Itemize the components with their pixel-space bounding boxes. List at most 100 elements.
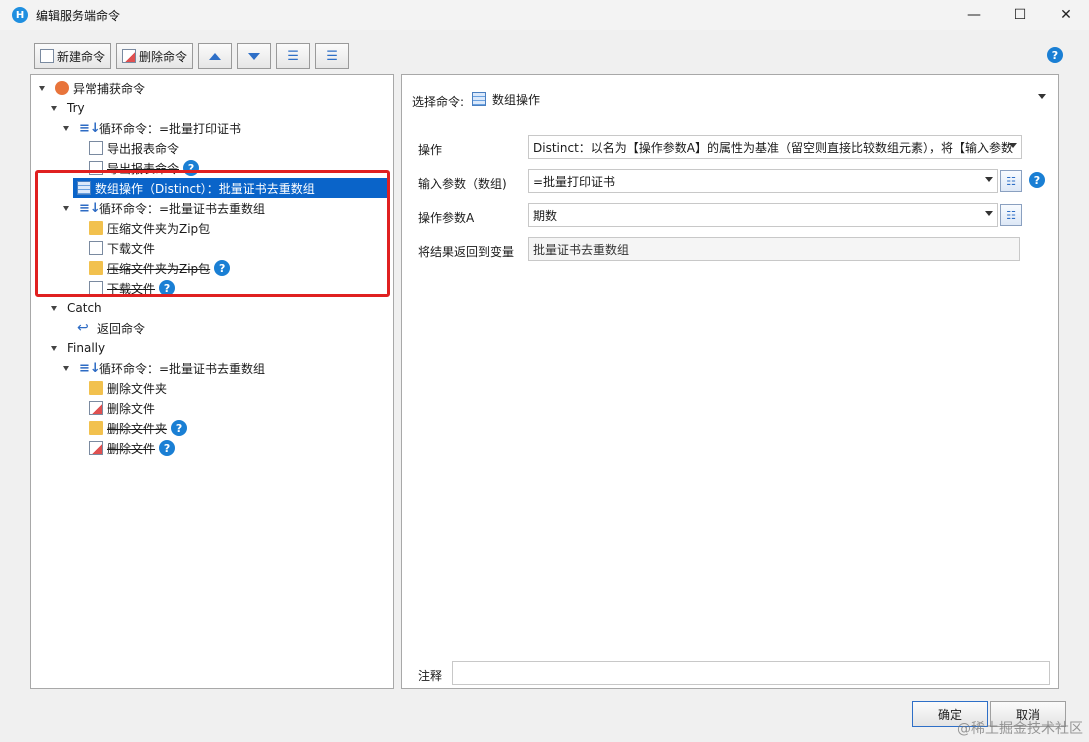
tree-node-label: 删除文件夹 [107,421,168,436]
tree-node-loop-finally[interactable]: ≡↓ 循环命令：=批量证书去重数组 [63,358,265,378]
note-label: 注释 [418,669,443,683]
expand-arrow-icon [63,125,69,131]
input-param-label: 输入参数（数组) [418,177,507,191]
tree-node-download-file[interactable]: 下载文件 [89,238,155,258]
toolbar: 新建命令 删除命令 ☰ ☰ [34,43,350,69]
loop-icon: ≡↓ [79,200,101,216]
help-icon[interactable]: ? [171,420,188,436]
outdent-icon: ☰ [326,48,338,64]
tree-node-exception[interactable]: 异常捕获命令 [39,78,145,98]
return-variable-label: 将结果返回到变量 [418,245,515,259]
tree-node-delete-folder[interactable]: 删除文件夹 [89,378,167,398]
tree-node-label: 导出报表命令 [107,141,180,156]
help-icon[interactable]: ? [183,160,200,176]
delete-file-icon [89,441,103,455]
move-up-button[interactable] [198,43,233,69]
command-properties-panel: 选择命令: 数组操作 操作 Distinct：以名为【操作参数A】的属性为基准（… [401,74,1059,689]
indent-button[interactable]: ☰ [276,43,311,69]
help-icon[interactable]: ? [214,260,231,276]
operation-label: 操作 [418,143,443,157]
tree-node-label: 下载文件 [107,281,156,296]
tree-node-label: 循环命令：=批量证书去重数组 [99,361,266,376]
expand-arrow-icon [51,105,57,111]
select-command-dropdown[interactable]: 数组操作 [468,87,1050,111]
formula-editor-button[interactable]: ☷ [1000,204,1022,226]
expand-arrow-icon [39,85,45,91]
input-param-field[interactable]: =批量打印证书 [528,169,998,193]
arrow-up-icon [209,52,222,60]
help-icon[interactable]: ? [1047,47,1063,63]
new-command-label: 新建命令 [57,49,106,64]
delete-file-icon [89,401,103,415]
tree-node-label: 循环命令：=批量证书去重数组 [99,201,266,216]
loop-icon: ≡↓ [79,360,101,376]
grid-icon [472,92,486,106]
minimize-button[interactable]: — [951,0,997,30]
loop-icon: ≡↓ [79,120,101,136]
input-param-value: =批量打印证书 [533,174,616,189]
grid-icon [77,181,91,195]
tree-node-label: 异常捕获命令 [73,81,146,96]
tree-node-finally[interactable]: Finally [51,338,105,358]
tree-node-try[interactable]: Try [51,98,85,118]
param-a-field[interactable]: 期数 [528,203,998,227]
title-bar: H 编辑服务端命令 — ☐ ✕ [0,0,1089,30]
select-command-label: 选择命令: [412,95,465,109]
chevron-down-icon [985,177,993,182]
delete-command-button[interactable]: 删除命令 [116,43,194,69]
formula-editor-button[interactable]: ☷ [1000,170,1022,192]
param-a-label: 操作参数A [418,211,475,225]
tree-node-label: 压缩文件夹为Zip包 [107,261,211,276]
help-icon[interactable]: ? [159,280,176,296]
tree-node-label: 导出报表命令 [107,161,180,176]
watermark-text: @稀土掘金技术社区 [957,721,1083,737]
expand-arrow-icon [63,365,69,371]
tree-node-delete-file-disabled[interactable]: 删除文件 ? [89,438,176,458]
tree-node-catch[interactable]: Catch [51,298,102,318]
tree-node-loop-dedupe[interactable]: ≡↓ 循环命令：=批量证书去重数组 [63,198,265,218]
report-file-icon [89,141,103,155]
file-icon [89,281,103,295]
maximize-button[interactable]: ☐ [997,0,1043,30]
move-down-button[interactable] [237,43,272,69]
tree-node-label: 循环命令：=批量打印证书 [99,121,242,136]
tree-node-export-report[interactable]: 导出报表命令 [89,138,179,158]
tree-node-label: 数组操作（Distinct）：批量证书去重数组 [95,181,315,196]
tree-node-label: 返回命令 [97,321,146,336]
expand-arrow-icon [51,305,57,311]
new-command-button[interactable]: 新建命令 [34,43,112,69]
folder-icon [89,261,103,275]
tree-node-label: 删除文件 [107,401,156,416]
return-variable-field[interactable]: 批量证书去重数组 [528,237,1020,261]
report-file-icon [89,161,103,175]
tree-node-export-report-disabled[interactable]: 导出报表命令 ? [89,158,200,178]
folder-icon [89,421,103,435]
tree-node-return[interactable]: ↩ 返回命令 [77,318,145,338]
select-command-value: 数组操作 [492,92,541,107]
tree-node-label: 删除文件 [107,441,156,456]
tree-node-label: 压缩文件夹为Zip包 [107,221,211,236]
tree-node-download-file-disabled[interactable]: 下载文件 ? [89,278,176,298]
expand-arrow-icon [51,345,57,351]
tree-node-label: 删除文件夹 [107,381,168,396]
close-button[interactable]: ✕ [1043,0,1089,30]
param-a-value: 期数 [533,208,558,223]
tree-node-loop-print[interactable]: ≡↓ 循环命令：=批量打印证书 [63,118,241,138]
note-input[interactable] [452,661,1050,685]
tree-node-delete-folder-disabled[interactable]: 删除文件夹 ? [89,418,188,438]
indent-icon: ☰ [287,48,299,64]
operation-dropdown[interactable]: Distinct：以名为【操作参数A】的属性为基准（留空则直接比较数组元素），将… [528,135,1022,159]
help-icon[interactable]: ? [1029,172,1045,188]
help-icon[interactable]: ? [159,440,176,456]
tree-node-array-operation[interactable]: 数组操作（Distinct）：批量证书去重数组 [73,178,389,198]
return-variable-value: 批量证书去重数组 [533,242,630,257]
outdent-button[interactable]: ☰ [315,43,350,69]
return-icon: ↩ [77,320,89,336]
tree-node-delete-file[interactable]: 删除文件 [89,398,155,418]
arrow-down-icon [248,52,261,60]
formula-icon: ☷ [1006,174,1016,188]
formula-icon: ☷ [1006,208,1016,222]
tree-node-zip-folder-disabled[interactable]: 压缩文件夹为Zip包 ? [89,258,231,278]
tree-node-label: Finally [67,341,106,355]
tree-node-zip-folder[interactable]: 压缩文件夹为Zip包 [89,218,210,238]
